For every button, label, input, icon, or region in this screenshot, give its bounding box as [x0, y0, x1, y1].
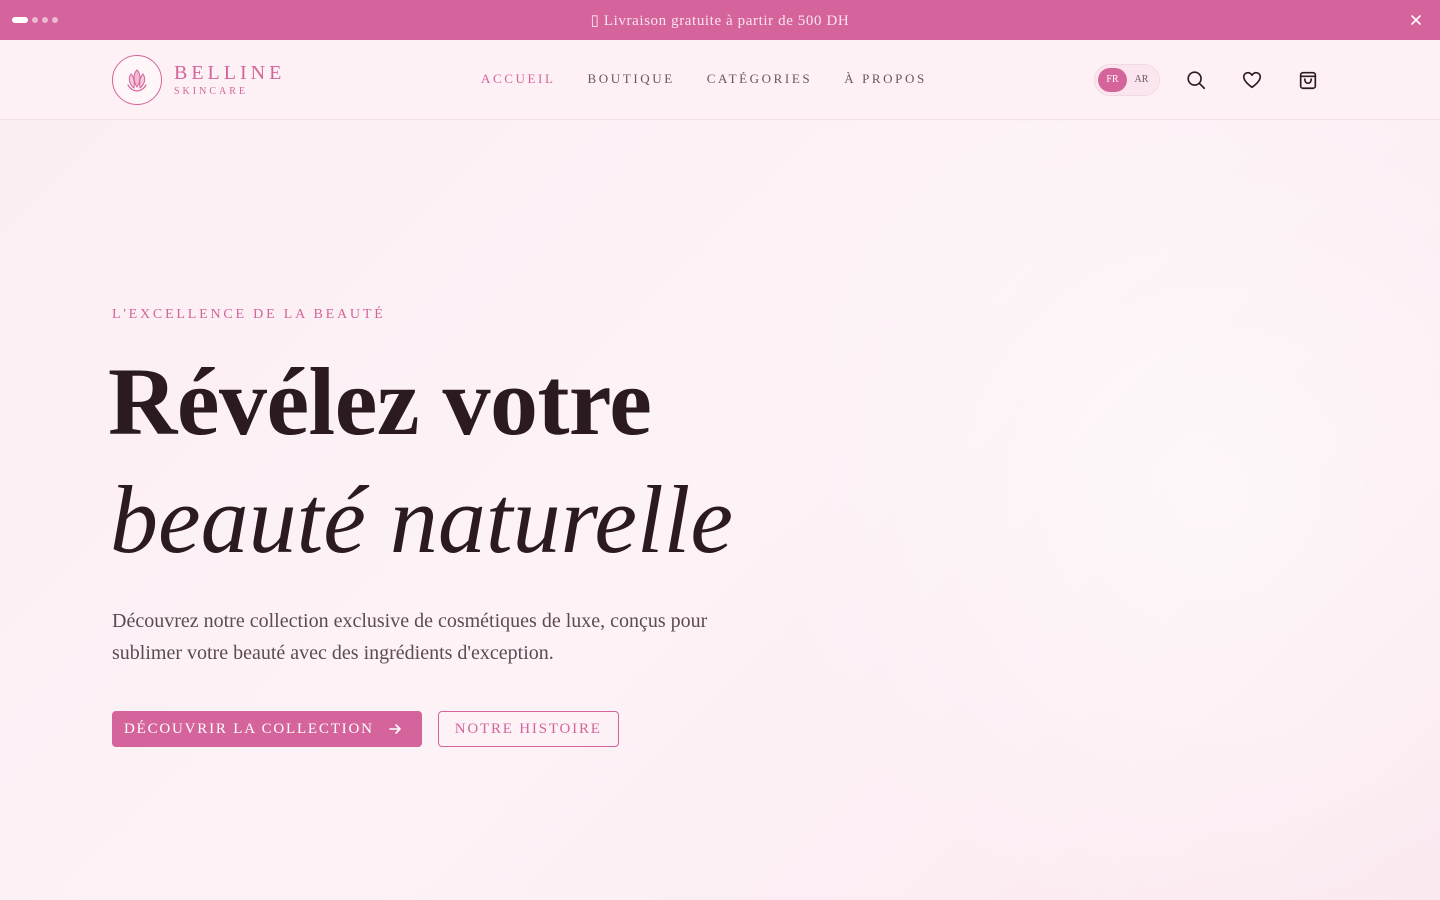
site-header: BELLINE SKINCARE ACCUEIL BOUTIQUE CATÉGO…	[0, 40, 1440, 120]
language-option-fr[interactable]: FR	[1098, 68, 1127, 92]
hero-section: L'EXCELLENCE DE LA BEAUTÉ Révélez votre …	[0, 121, 1440, 900]
shopping-bag-icon[interactable]	[1296, 68, 1320, 92]
hero-title-line-2: beauté naturelle	[110, 466, 733, 573]
our-story-label: NOTRE HISTOIRE	[454, 720, 602, 737]
hero-title-line-1: Révélez votre	[108, 348, 652, 455]
close-icon[interactable]	[1406, 10, 1426, 30]
search-icon[interactable]	[1184, 68, 1208, 92]
hero-eyebrow: L'EXCELLENCE DE LA BEAUTÉ	[112, 307, 386, 322]
our-story-button[interactable]: NOTRE HISTOIRE	[437, 711, 619, 747]
language-switcher: FR AR	[1094, 64, 1160, 96]
nav-item-accueil[interactable]: ACCUEIL	[481, 71, 556, 87]
arrow-right-icon	[388, 722, 402, 736]
main-nav: ACCUEIL BOUTIQUE CATÉGORIES À PROPOS	[481, 71, 927, 87]
brand-tagline: SKINCARE	[174, 85, 249, 97]
language-option-ar[interactable]: AR	[1127, 68, 1156, 92]
brand-logo[interactable]: BELLINE SKINCARE	[112, 55, 285, 105]
hero-cta-group: DÉCOUVRIR LA COLLECTION NOTRE HISTOIRE	[112, 711, 619, 747]
nav-item-categories[interactable]: CATÉGORIES	[707, 71, 812, 87]
nav-item-boutique[interactable]: BOUTIQUE	[588, 71, 675, 87]
hero-background-glow	[760, 121, 1440, 900]
heart-icon[interactable]	[1240, 68, 1264, 92]
nav-item-a-propos[interactable]: À PROPOS	[844, 71, 927, 87]
lotus-hands-icon	[112, 55, 162, 105]
brand-name: BELLINE	[174, 61, 286, 84]
hero-description: Découvrez notre collection exclusive de …	[112, 610, 708, 664]
discover-collection-button[interactable]: DÉCOUVRIR LA COLLECTION	[112, 711, 422, 747]
discover-collection-label: DÉCOUVRIR LA COLLECTION	[124, 720, 374, 737]
announcement-bar: ▯ Livraison gratuite à partir de 500 DH	[0, 0, 1440, 40]
announcement-text: ▯ Livraison gratuite à partir de 500 DH	[590, 13, 850, 29]
